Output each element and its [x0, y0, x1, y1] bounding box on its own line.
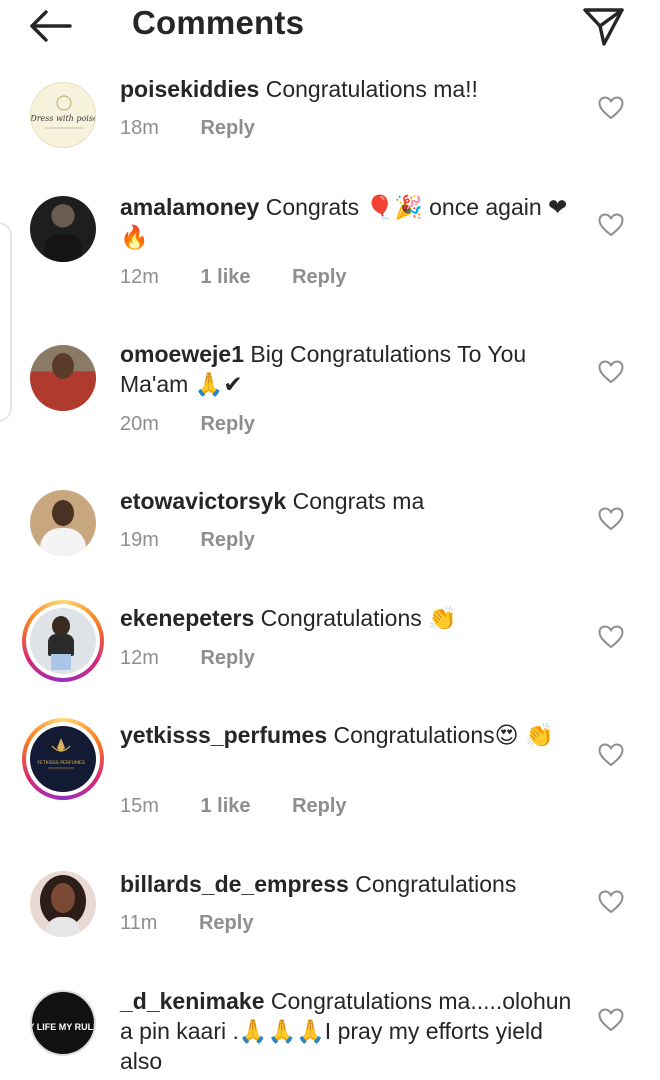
avatar-brand-text: MY LIFE MY RULES: [32, 1022, 94, 1032]
comment-meta: 18m Reply: [120, 114, 255, 142]
comment-meta: 12m Reply: [120, 644, 255, 672]
comment-text: etowavictorsyk Congrats ma: [120, 486, 572, 516]
comment-time: 20m: [120, 413, 159, 435]
header-bar: Comments: [0, 0, 660, 56]
comment-username[interactable]: ekenepeters: [120, 605, 254, 631]
comment-meta: 19m Reply: [120, 526, 255, 554]
like-button[interactable]: [598, 96, 624, 120]
comment-body: Congratulations ma!!: [265, 76, 478, 102]
avatar-story-ring[interactable]: YETKISSS PERFUMES: [22, 718, 104, 800]
comment-username[interactable]: _d_kenimake: [120, 988, 264, 1014]
comment-time: 11m: [120, 912, 158, 934]
avatar[interactable]: [30, 345, 96, 411]
comment-text: omoeweje1 Big Congratulations To You Ma'…: [120, 339, 572, 399]
paper-plane-icon: [583, 8, 624, 46]
like-button[interactable]: [598, 625, 624, 649]
heart-icon: [598, 507, 624, 531]
back-button[interactable]: [26, 6, 76, 46]
avatar[interactable]: [30, 490, 96, 556]
like-count[interactable]: 1 like: [200, 263, 250, 291]
avatar-brand-text: YETKISSS PERFUMES: [36, 760, 85, 766]
avatar[interactable]: [30, 196, 96, 262]
like-count[interactable]: 1 like: [200, 792, 250, 820]
avatar-brand-text: Dress with poise: [31, 114, 96, 123]
reply-button[interactable]: Reply: [200, 114, 254, 142]
avatar: [30, 608, 96, 674]
avatar[interactable]: MY LIFE MY RULES: [30, 990, 96, 1056]
comment-body: Congrats ma: [292, 488, 425, 514]
comment-text: billards_de_empress Congratulations: [120, 869, 572, 899]
comment-time: 18m: [120, 117, 159, 139]
comment-body: Congratulations: [355, 871, 517, 897]
heart-icon: [598, 360, 624, 384]
comment-text: yetkisss_perfumes Congratulations😍 👏: [120, 720, 572, 750]
heart-icon: [598, 213, 624, 237]
reply-button[interactable]: Reply: [200, 644, 254, 672]
like-button[interactable]: [598, 1008, 624, 1032]
comment-username[interactable]: poisekiddies: [120, 76, 259, 102]
heart-icon: [598, 96, 624, 120]
comment-time: 12m: [120, 266, 159, 288]
avatar[interactable]: Dress with poise: [30, 82, 96, 148]
comment-meta: 11m Reply: [120, 909, 253, 937]
like-button[interactable]: [598, 507, 624, 531]
comment-body: Congratulations 👏: [260, 605, 457, 631]
comment-username[interactable]: billards_de_empress: [120, 871, 349, 897]
comment-time: 12m: [120, 647, 159, 669]
comment-time: 15m: [120, 795, 159, 817]
comment-text: amalamoney Congrats 🎈🎉 once again ❤🔥: [120, 192, 572, 252]
avatar: YETKISSS PERFUMES: [30, 726, 96, 792]
comment-time: 19m: [120, 529, 159, 551]
heart-icon: [598, 890, 624, 914]
comment-text: ekenepeters Congratulations 👏: [120, 603, 572, 633]
reply-button[interactable]: Reply: [200, 410, 254, 438]
perfume-logo-image: YETKISSS PERFUMES: [36, 738, 85, 769]
avatar[interactable]: [30, 871, 96, 937]
brand-logo-image: Dress with poise: [31, 95, 96, 129]
comment-text: poisekiddies Congratulations ma!!: [120, 74, 572, 104]
heart-icon: [598, 1008, 624, 1032]
comments-list[interactable]: Dress with poise poisekiddies Congratula…: [0, 56, 660, 1080]
comment-meta: 15m 1 like Reply: [120, 792, 347, 820]
page-title: Comments: [132, 4, 305, 41]
like-button[interactable]: [598, 890, 624, 914]
comment-text: _d_kenimake Congratulations ma.....olohu…: [120, 986, 572, 1076]
share-button[interactable]: [580, 4, 626, 48]
reply-button[interactable]: Reply: [292, 263, 346, 291]
comment-username[interactable]: etowavictorsyk: [120, 488, 286, 514]
avatar-story-ring[interactable]: [22, 600, 104, 682]
comment-username[interactable]: omoeweje1: [120, 341, 244, 367]
comment-meta: 20m Reply: [120, 410, 255, 438]
comment-username[interactable]: amalamoney: [120, 194, 259, 220]
reply-button[interactable]: Reply: [199, 909, 253, 937]
comment-meta: 12m 1 like Reply: [120, 263, 347, 291]
reply-button[interactable]: Reply: [200, 526, 254, 554]
like-button[interactable]: [598, 360, 624, 384]
reply-button[interactable]: Reply: [292, 792, 346, 820]
my-life-logo-image: MY LIFE MY RULES: [32, 1022, 94, 1032]
arrow-left-icon: [30, 10, 72, 42]
heart-icon: [598, 625, 624, 649]
comment-username[interactable]: yetkisss_perfumes: [120, 722, 327, 748]
like-button[interactable]: [598, 213, 624, 237]
heart-icon: [598, 743, 624, 767]
like-button[interactable]: [598, 743, 624, 767]
comment-body: Congratulations😍 👏: [333, 722, 554, 748]
